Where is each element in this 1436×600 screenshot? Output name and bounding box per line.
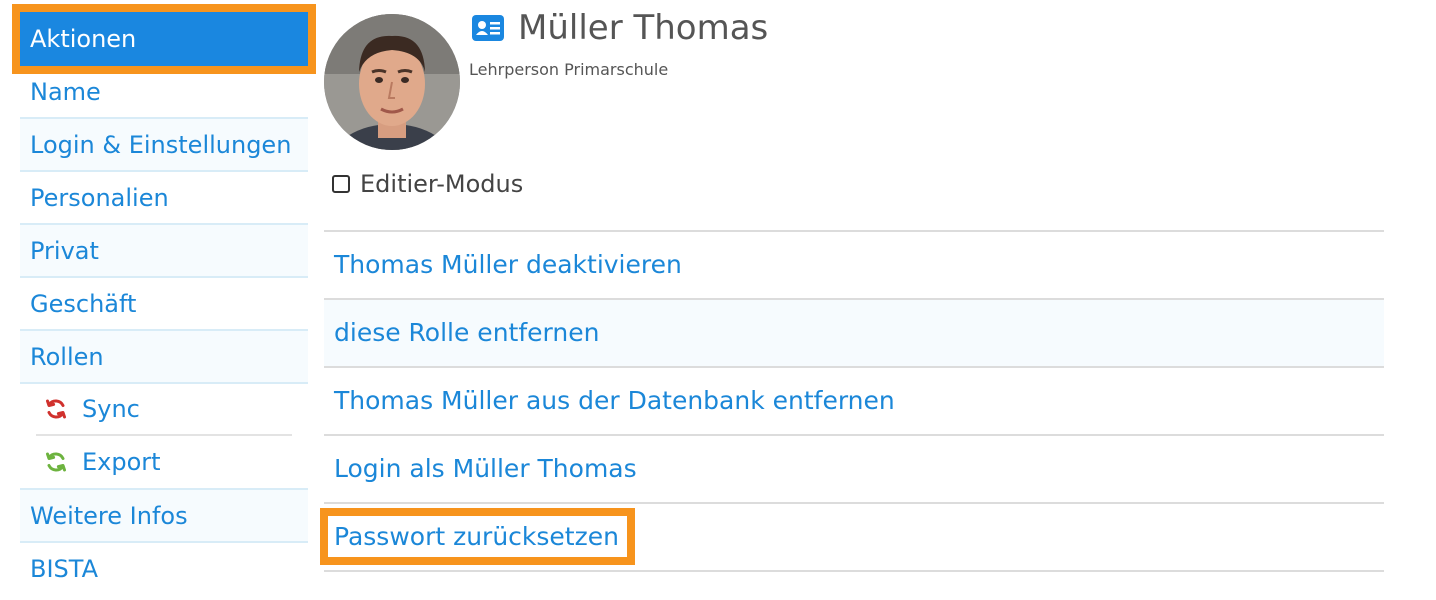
sidebar-item-privat[interactable]: Privat — [20, 225, 308, 278]
action-reset-password[interactable]: Passwort zurücksetzen — [320, 504, 1384, 572]
sidebar-item-name[interactable]: Name — [20, 66, 308, 119]
sidebar-item-login-einstellungen[interactable]: Login & Einstellungen — [20, 119, 308, 172]
action-label: Thomas Müller aus der Datenbank entferne… — [334, 386, 895, 415]
action-label: Login als Müller Thomas — [334, 454, 637, 483]
action-label: Thomas Müller deaktivieren — [334, 250, 682, 279]
actions-list: Thomas Müller deaktivieren diese Rolle e… — [320, 230, 1384, 572]
action-label: diese Rolle entfernen — [334, 318, 600, 347]
edit-mode-label: Editier-Modus — [360, 170, 524, 198]
action-deactivate-user[interactable]: Thomas Müller deaktivieren — [324, 232, 1384, 300]
sidebar-item-rollen[interactable]: Rollen — [20, 331, 308, 384]
sidebar-item-personalien[interactable]: Personalien — [20, 172, 308, 225]
id-card-icon — [472, 15, 504, 41]
sidebar-item-sync[interactable]: Sync — [36, 384, 292, 436]
sidebar-nav: Aktionen Name Login & Einstellungen Pers… — [12, 4, 316, 596]
action-remove-role[interactable]: diese Rolle entfernen — [324, 300, 1384, 368]
avatar-photo — [324, 14, 460, 150]
page-title: Müller Thomas — [518, 8, 769, 48]
avatar — [324, 14, 460, 150]
edit-mode-toggle[interactable]: Editier-Modus — [332, 170, 523, 198]
edit-mode-checkbox[interactable] — [332, 175, 350, 193]
sidebar-item-aktionen[interactable]: Aktionen — [12, 4, 316, 74]
sidebar-item-export-label: Export — [82, 448, 161, 476]
profile-header: Müller Thomas — [472, 8, 768, 48]
refresh-icon — [46, 399, 66, 419]
sidebar-item-export[interactable]: Export — [20, 436, 308, 488]
sidebar-item-sync-label: Sync — [82, 395, 140, 423]
action-login-as-user[interactable]: Login als Müller Thomas — [324, 436, 1384, 504]
profile-role: Lehrperson Primarschule — [469, 60, 669, 79]
sidebar-subitems: Sync Export — [20, 384, 308, 490]
action-delete-from-database[interactable]: Thomas Müller aus der Datenbank entferne… — [324, 368, 1384, 436]
refresh-icon — [46, 452, 66, 472]
sidebar-item-geschaeft[interactable]: Geschäft — [20, 278, 308, 331]
sidebar-item-bista[interactable]: BISTA — [20, 543, 308, 596]
action-label: Passwort zurücksetzen — [320, 508, 635, 565]
sidebar-item-weitere-infos[interactable]: Weitere Infos — [20, 490, 308, 543]
